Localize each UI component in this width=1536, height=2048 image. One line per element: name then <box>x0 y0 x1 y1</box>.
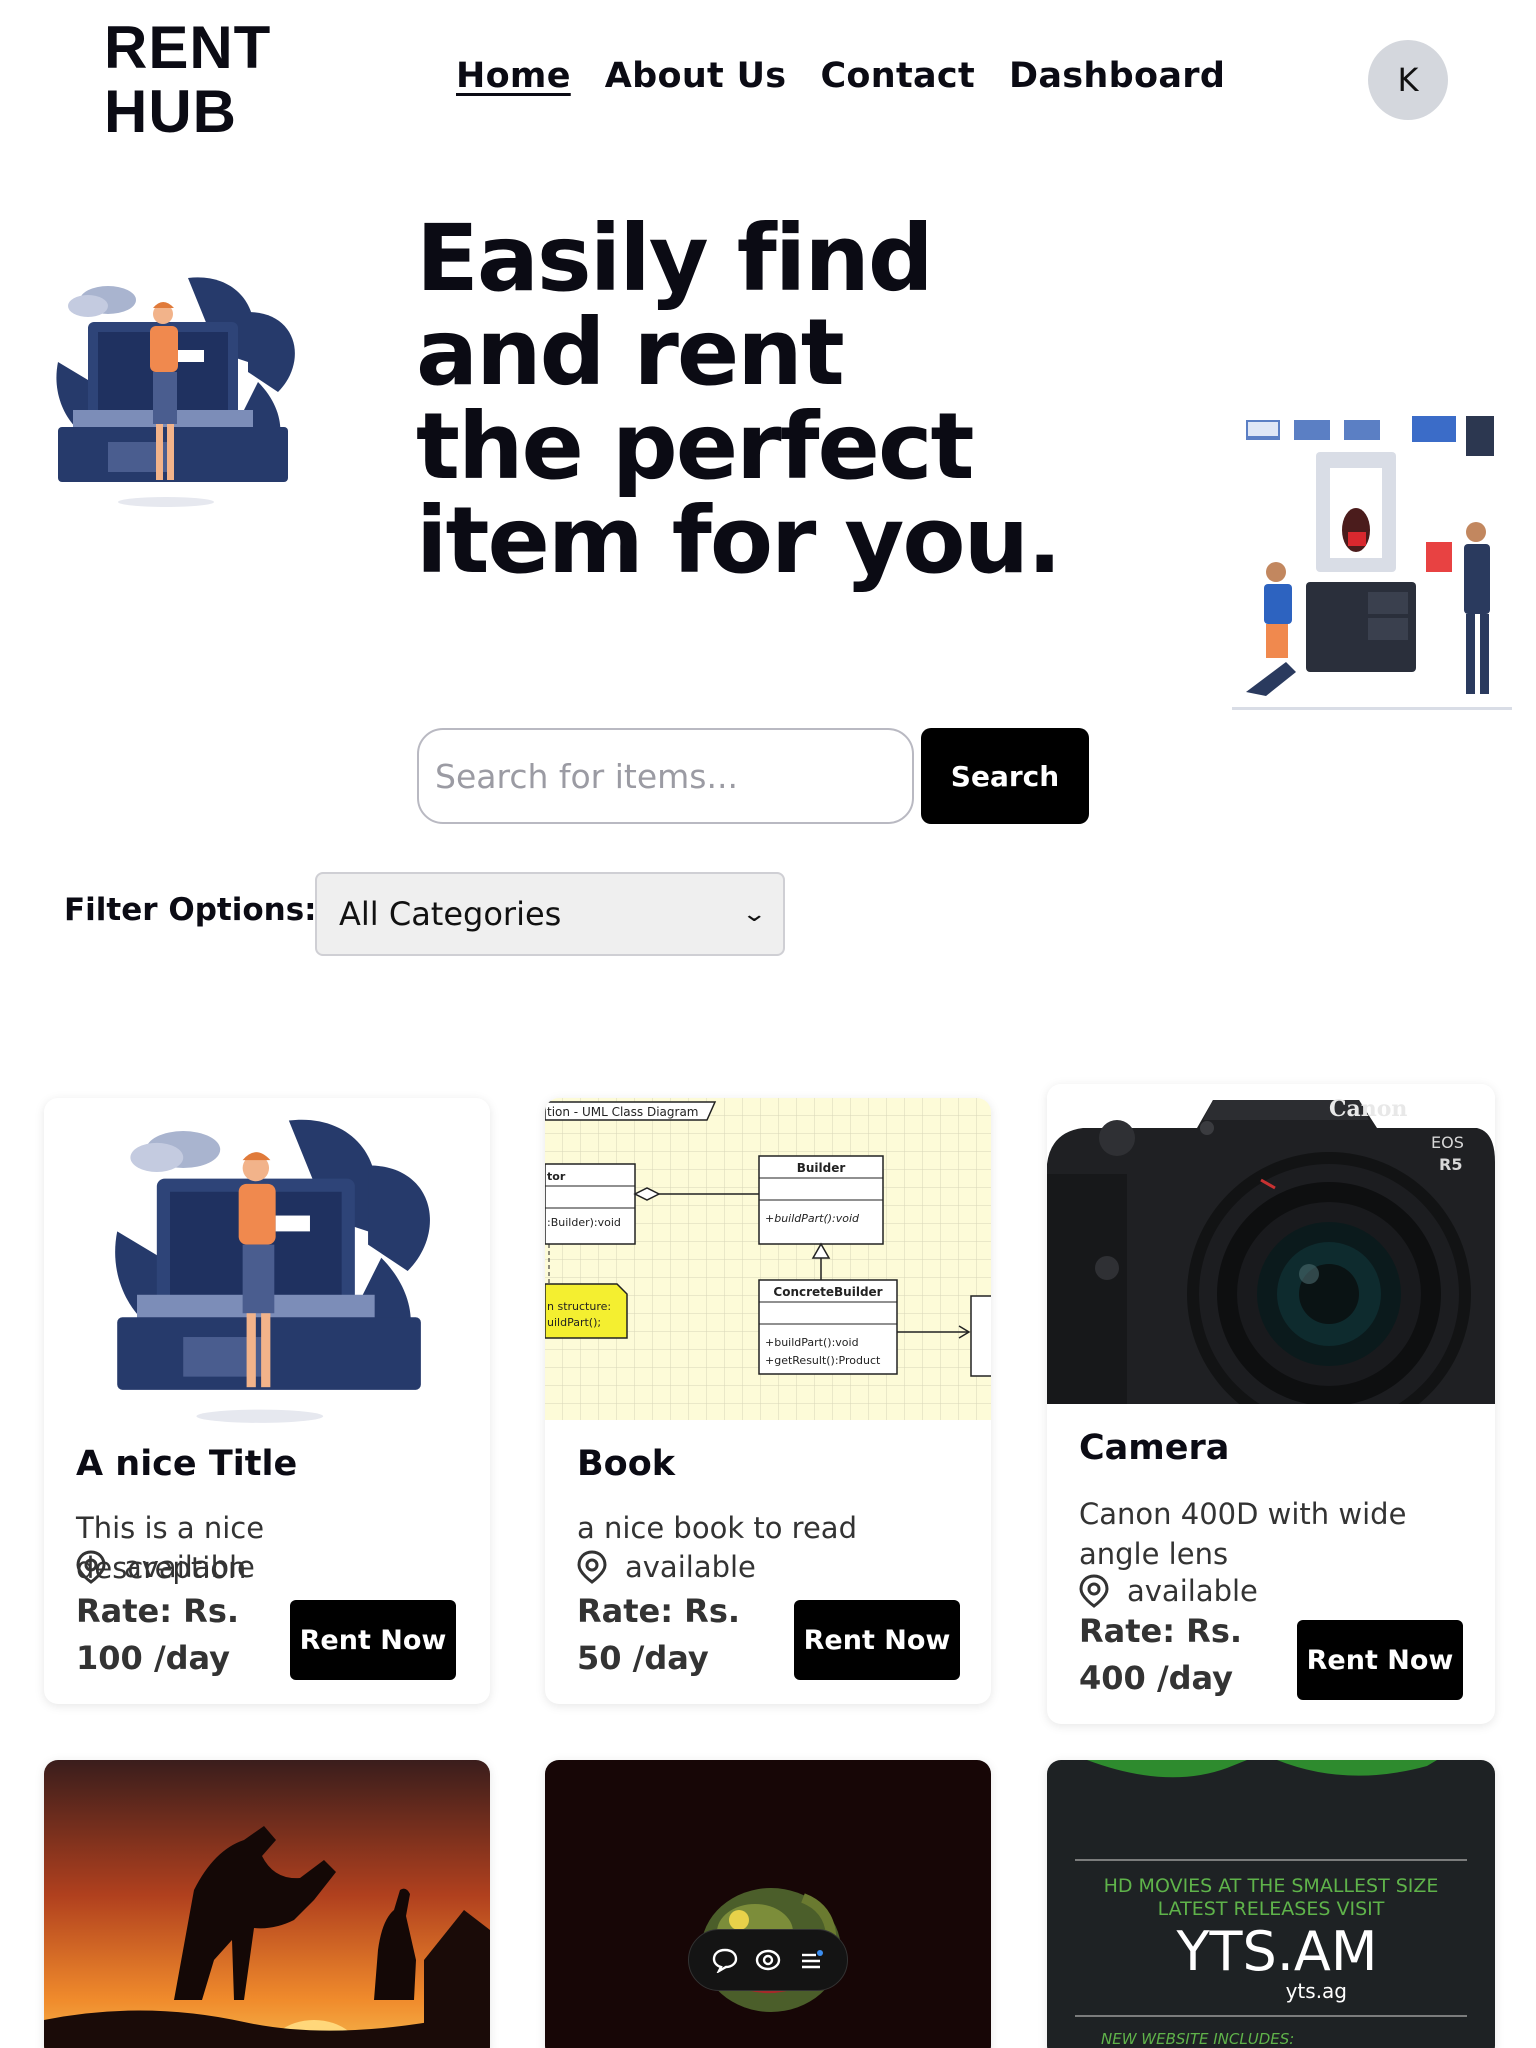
location-pin-icon <box>577 1550 607 1584</box>
rent-now-button[interactable]: Rent Now <box>290 1600 456 1680</box>
card-image: HD MOVIES AT THE SMALLEST SIZE LATEST RE… <box>1047 1760 1495 2048</box>
logo[interactable]: RENT HUB <box>104 16 304 144</box>
yts-line-1: HD MOVIES AT THE SMALLEST SIZE <box>1104 1875 1439 1897</box>
chat-bubble-icon[interactable] <box>711 1947 739 1973</box>
uml-builder-method: +buildPart():void <box>765 1212 860 1225</box>
availability-text: available <box>625 1550 756 1584</box>
category-select-value: All Categories <box>339 895 562 933</box>
availability-text: available <box>1127 1574 1258 1608</box>
availability-text: available <box>124 1550 255 1584</box>
card-title: Book <box>577 1444 676 1484</box>
yts-sub: yts.ag <box>1286 1979 1347 2003</box>
rent-now-button[interactable]: Rent Now <box>1297 1620 1463 1700</box>
item-card: HD MOVIES AT THE SMALLEST SIZE LATEST RE… <box>1047 1760 1495 2048</box>
hero-title: Easily find and rent the perfect item fo… <box>416 212 1116 588</box>
item-card <box>44 1760 490 2048</box>
camera-brand: Canon <box>1329 1096 1407 1122</box>
uml-concrete-m1: +buildPart():void <box>765 1336 859 1349</box>
hero-title-line-3: the perfect <box>416 393 974 500</box>
hero-left-illustration <box>56 277 295 507</box>
hero-title-line-4: item for you. <box>416 487 1062 594</box>
user-avatar[interactable]: K <box>1368 40 1448 120</box>
availability-status: available <box>577 1550 756 1584</box>
availability-status: available <box>1079 1574 1258 1608</box>
card-description: a nice book to read <box>577 1511 857 1545</box>
camera-model-1: EOS <box>1431 1133 1464 1152</box>
hero-title-line-2: and rent <box>416 299 845 406</box>
uml-note-1: n structure: <box>547 1300 611 1313</box>
card-rate: Rate: Rs. 100 /day <box>76 1592 240 1677</box>
item-card <box>545 1760 991 2048</box>
camera-model-2: R5 <box>1439 1155 1462 1174</box>
card-rate: Rate: Rs. 400 /day <box>1079 1612 1243 1697</box>
chevron-down-icon: ⌄ <box>740 901 767 927</box>
yts-main: YTS.AM <box>1176 1920 1378 1983</box>
uml-concrete-m2: +getResult():Product <box>765 1354 881 1367</box>
uml-caption: tion - UML Class Diagram <box>547 1105 699 1119</box>
yts-line-2: LATEST RELEASES VISIT <box>1158 1898 1385 1920</box>
item-card: tion - UML Class Diagram tor :Builder):v… <box>545 1098 991 1704</box>
floating-toolbar <box>688 1929 848 1991</box>
search-input[interactable] <box>417 728 914 824</box>
eye-icon[interactable] <box>754 1947 782 1973</box>
card-title: A nice Title <box>76 1444 298 1484</box>
item-card: Canon EOS R5 Camera Canon 400D with wide… <box>1047 1084 1495 1724</box>
hero-title-line-1: Easily find <box>416 205 934 312</box>
nav-dashboard[interactable]: Dashboard <box>1009 56 1225 96</box>
yts-bottom: NEW WEBSITE INCLUDES: <box>1101 2030 1294 2048</box>
nav-about-us[interactable]: About Us <box>605 56 787 96</box>
card-description: Canon 400D with wide angle lens <box>1079 1497 1407 1571</box>
location-pin-icon <box>1079 1574 1109 1608</box>
nav-home[interactable]: Home <box>456 56 571 96</box>
uml-left-top: tor <box>547 1170 566 1183</box>
card-image <box>545 1760 991 2048</box>
hero-right-illustration <box>1232 416 1512 710</box>
uml-note-2: uildPart(); <box>547 1316 601 1329</box>
uml-builder: Builder <box>797 1161 846 1175</box>
category-select[interactable]: All Categories ⌄ <box>315 872 785 956</box>
card-image <box>44 1760 490 2048</box>
filter-label: Filter Options: <box>64 892 317 928</box>
uml-concrete: ConcreteBuilder <box>773 1285 882 1299</box>
location-pin-icon <box>76 1550 106 1584</box>
card-image: tion - UML Class Diagram tor :Builder):v… <box>545 1098 991 1420</box>
availability-status: available <box>76 1550 255 1584</box>
card-title: Camera <box>1079 1428 1230 1468</box>
menu-list-icon[interactable] <box>797 1947 825 1973</box>
item-card: A nice Title This is a nice descreption … <box>44 1098 490 1704</box>
rent-now-button[interactable]: Rent Now <box>794 1600 960 1680</box>
search-button[interactable]: Search <box>921 728 1089 824</box>
main-nav: Home About Us Contact Dashboard <box>456 56 1225 96</box>
uml-left-method: :Builder):void <box>547 1216 621 1229</box>
card-image <box>115 1119 430 1423</box>
card-image: Canon EOS R5 <box>1047 1084 1495 1404</box>
nav-contact[interactable]: Contact <box>820 56 975 96</box>
card-rate: Rate: Rs. 50 /day <box>577 1592 741 1677</box>
